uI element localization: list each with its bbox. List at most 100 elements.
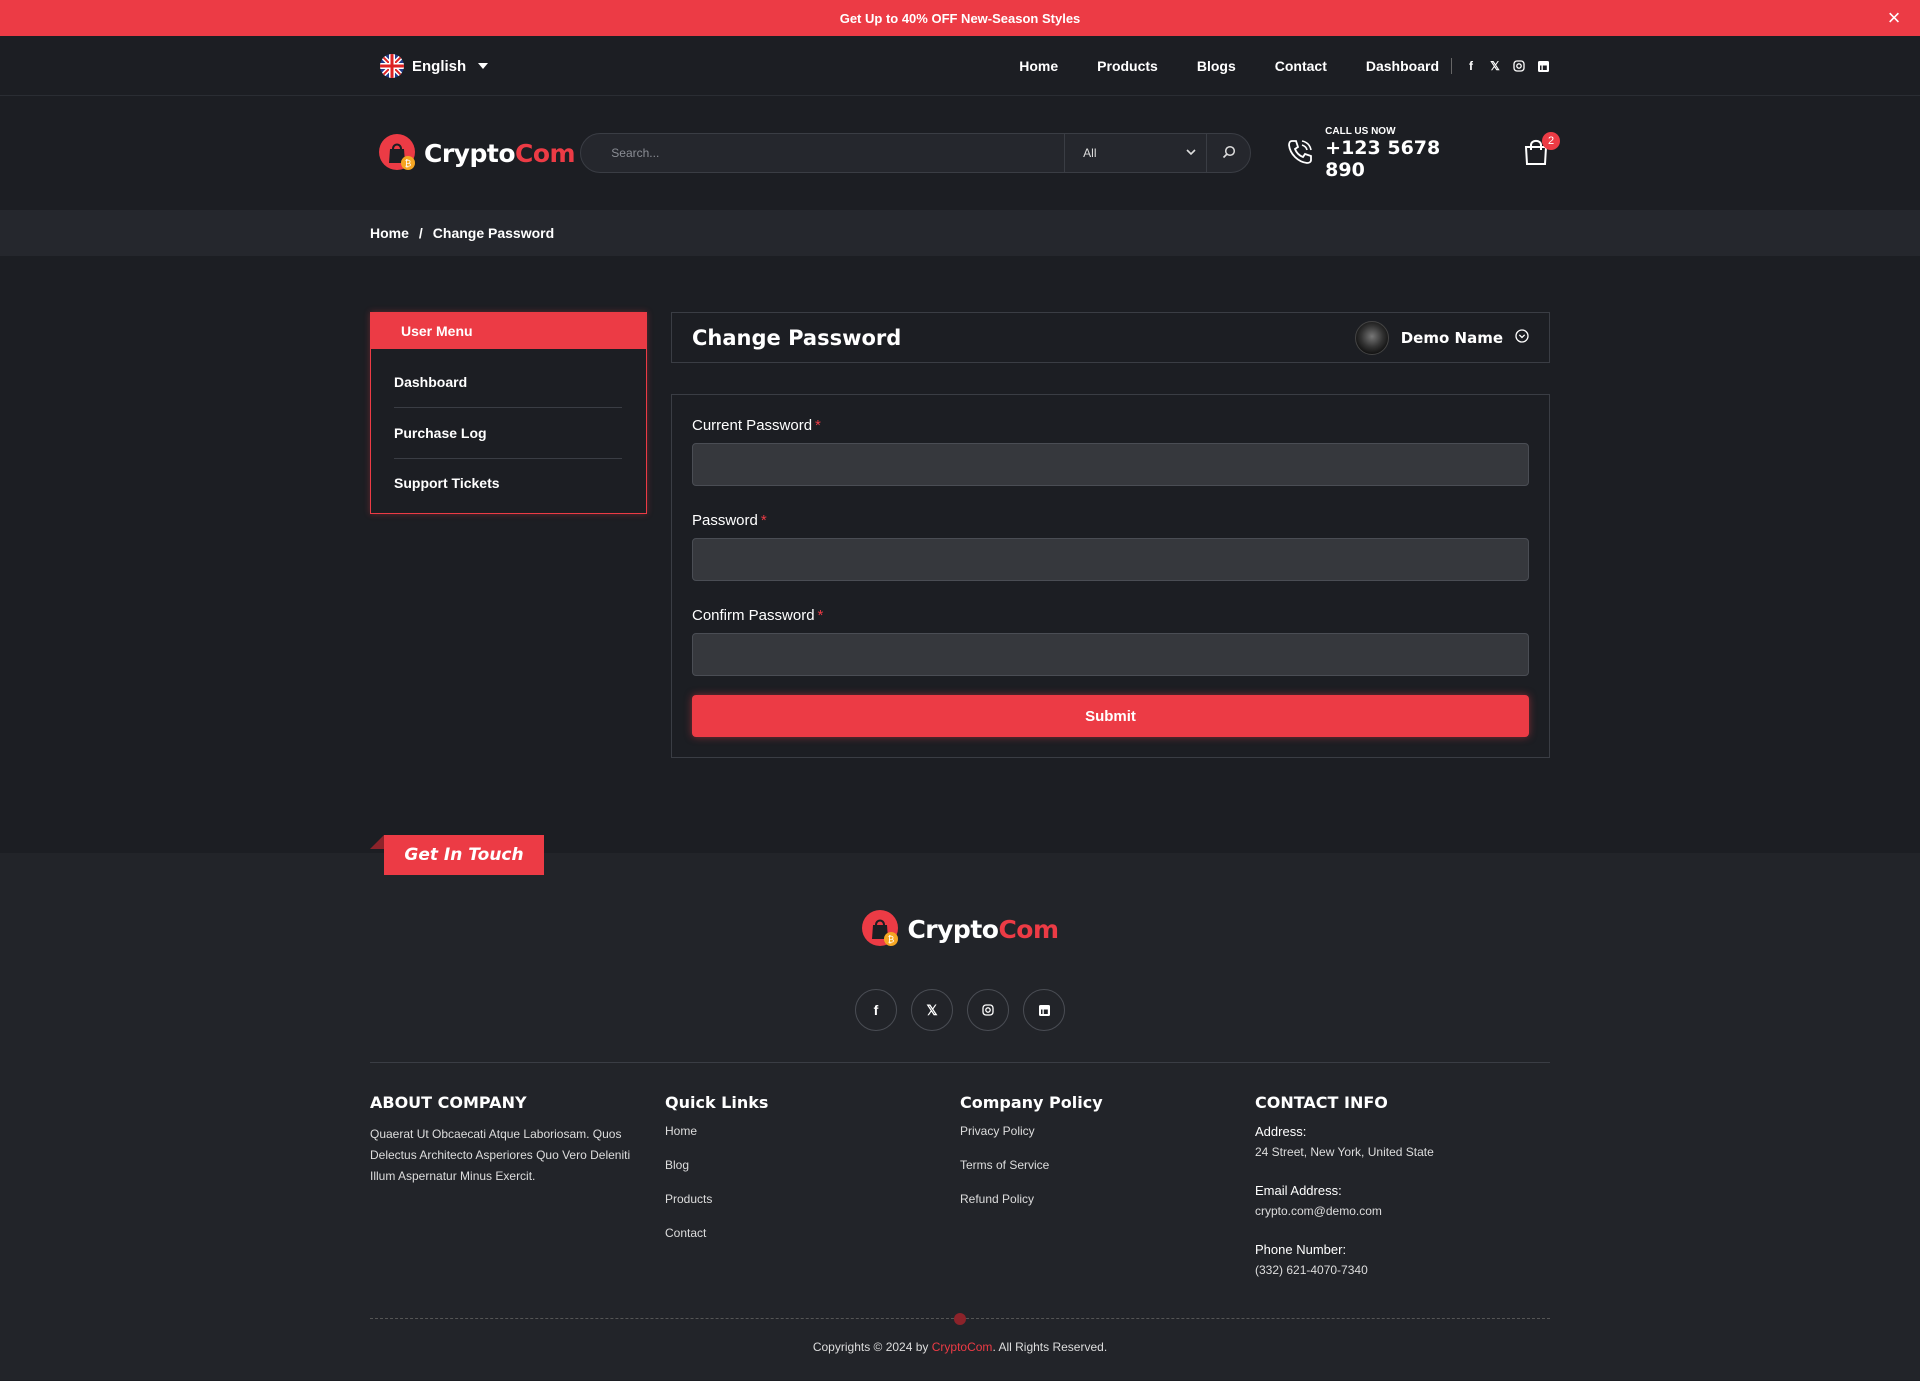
call-us-label: CALL US NOW [1325, 125, 1396, 137]
confirm-password-label-text: Confirm Password [692, 607, 815, 624]
copyright-prefix: Copyrights © 2024 by [812, 1340, 932, 1354]
footer-social: f 𝕏 [370, 989, 1550, 1031]
user-menu-dashboard[interactable]: Dashboard [394, 357, 622, 408]
category-select[interactable]: All [1064, 134, 1206, 172]
header-social: f 𝕏 [1464, 59, 1550, 73]
facebook-icon[interactable]: f [855, 989, 897, 1031]
address-label: Address: [1255, 1124, 1307, 1139]
current-password-label-text: Current Password [692, 417, 813, 434]
logo-text: CryptoCom [424, 138, 576, 168]
change-password-panel: Change Password Demo Name Current Passwo… [671, 312, 1550, 758]
about-company: ABOUT COMPANY Quaerat Ut Obcaecati Atque… [370, 1093, 665, 1301]
site-logo[interactable]: ₿ CryptoCom [378, 133, 580, 173]
footer-columns: ABOUT COMPANY Quaerat Ut Obcaecati Atque… [370, 1093, 1550, 1301]
current-password-label: Current Password * [692, 417, 1529, 434]
policy-title: Company Policy [960, 1093, 1103, 1112]
nav-products[interactable]: Products [1097, 58, 1158, 74]
logo-text-main: Crypto [424, 138, 516, 168]
footer-link-products[interactable]: Products [665, 1192, 960, 1226]
footer-link-blog[interactable]: Blog [665, 1158, 960, 1192]
user-name: Demo Name [1400, 328, 1503, 347]
phone-value[interactable]: (332) 621-4070-7340 [1255, 1263, 1550, 1277]
phone-icon [1285, 137, 1315, 170]
logo-text-accent: Com [998, 914, 1059, 944]
address-value: 24 Street, New York, United State [1255, 1145, 1434, 1159]
change-password-form: Current Password * Password * Confirm Pass… [671, 394, 1550, 758]
instagram-icon[interactable] [967, 989, 1009, 1031]
contact-title: CONTACT INFO [1255, 1093, 1388, 1112]
search-input[interactable] [581, 134, 1065, 172]
copyright-brand[interactable]: CryptoCom [932, 1340, 993, 1354]
logo-bag-icon: ₿ [378, 133, 418, 173]
quick-links-title: Quick Links [665, 1093, 769, 1112]
instagram-icon[interactable] [1512, 59, 1526, 73]
category-select-value: All [1083, 146, 1097, 160]
password-label: Password * [692, 512, 1529, 529]
nav-blogs[interactable]: Blogs [1197, 58, 1236, 74]
avatar [1354, 320, 1389, 355]
logo-text-accent: Com [515, 138, 576, 168]
language-label: English [412, 57, 467, 75]
phone-label: Phone Number: [1255, 1242, 1347, 1257]
get-in-touch-label: Get In Touch [384, 835, 544, 875]
user-dropdown[interactable]: Demo Name [1354, 320, 1529, 355]
main-nav: Home Products Blogs Contact Dashboard f … [980, 58, 1550, 74]
call-us-number[interactable]: +123 5678 890 [1325, 137, 1477, 181]
breadcrumb-current: Change Password [432, 225, 555, 241]
search-bar: All [580, 133, 1252, 173]
svg-text:₿: ₿ [405, 159, 412, 170]
footer-link-refund[interactable]: Refund Policy [960, 1192, 1255, 1226]
required-mark: * [817, 607, 824, 624]
footer-link-terms[interactable]: Terms of Service [960, 1158, 1255, 1192]
footer-divider [370, 1062, 1550, 1063]
current-password-input[interactable] [692, 443, 1529, 486]
confirm-password-input[interactable] [692, 633, 1529, 676]
breadcrumb: Home / Change Password [0, 210, 1920, 256]
user-menu: User Menu Dashboard Purchase Log Support… [370, 312, 647, 514]
main-content: User Menu Dashboard Purchase Log Support… [0, 256, 1920, 853]
required-mark: * [815, 417, 821, 434]
footer-logo-text: CryptoCom [907, 914, 1059, 944]
x-icon[interactable]: 𝕏 [1488, 59, 1502, 73]
nav-dashboard[interactable]: Dashboard [1366, 58, 1439, 74]
announcement-bar: Get Up to 40% OFF New-Season Styles × [0, 0, 1920, 36]
copyright-suffix: . All Rights Reserved. [992, 1340, 1108, 1354]
breadcrumb-home[interactable]: Home [370, 225, 409, 241]
footer-link-home[interactable]: Home [665, 1124, 960, 1158]
copyright: Copyrights © 2024 by CryptoCom. All Righ… [370, 1340, 1550, 1354]
announcement-text: Get Up to 40% OFF New-Season Styles [839, 10, 1081, 26]
caret-down-icon [478, 63, 489, 69]
password-input[interactable] [692, 538, 1529, 581]
uk-flag-icon [380, 54, 404, 78]
about-text: Quaerat Ut Obcaecati Atque Laboriosam. Q… [370, 1127, 631, 1183]
email-value[interactable]: crypto.com@demo.com [1255, 1204, 1550, 1218]
quick-links: Quick Links Home Blog Products Contact [665, 1093, 960, 1301]
x-icon[interactable]: 𝕏 [911, 989, 953, 1031]
chevron-down-icon [1186, 146, 1196, 160]
top-nav: English Home Products Blogs Contact Dash… [0, 36, 1920, 96]
site-header: ₿ CryptoCom All CAL [0, 96, 1920, 210]
nav-contact[interactable]: Contact [1275, 58, 1327, 74]
submit-button[interactable]: Submit [692, 695, 1529, 737]
user-menu-purchase-log[interactable]: Purchase Log [394, 408, 622, 459]
divider-dot [954, 1313, 966, 1325]
language-selector[interactable]: English [380, 54, 489, 78]
nav-home[interactable]: Home [1019, 58, 1058, 74]
required-mark: * [760, 512, 767, 529]
cart-button[interactable]: 2 [1523, 132, 1560, 169]
close-icon[interactable]: × [1882, 6, 1906, 30]
tag-fold [370, 835, 384, 849]
facebook-icon[interactable]: f [1464, 59, 1478, 73]
site-footer: Get In Touch ₿ CryptoCom f 𝕏 ABOUT COMPA… [0, 835, 1920, 1380]
company-policy: Company Policy Privacy Policy Terms of S… [960, 1093, 1255, 1301]
footer-link-contact[interactable]: Contact [665, 1226, 960, 1260]
confirm-password-label: Confirm Password * [692, 607, 1529, 624]
cart-icon [1523, 139, 1549, 169]
search-button[interactable] [1206, 134, 1250, 172]
cart-count-badge: 2 [1542, 132, 1560, 150]
user-menu-support-tickets[interactable]: Support Tickets [394, 459, 622, 507]
footer-logo[interactable]: ₿ CryptoCom [370, 909, 1550, 949]
footer-link-privacy[interactable]: Privacy Policy [960, 1124, 1255, 1158]
linkedin-icon[interactable] [1023, 989, 1065, 1031]
linkedin-icon[interactable] [1536, 59, 1550, 73]
